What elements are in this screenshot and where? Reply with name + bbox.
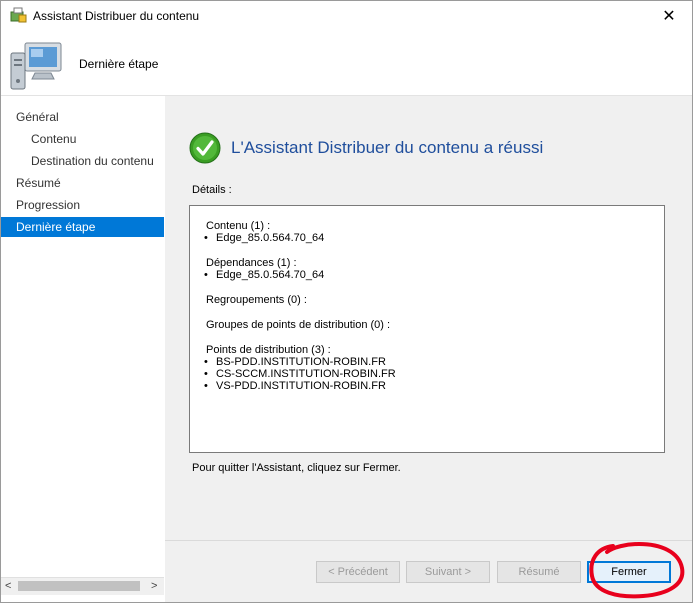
dependances-label: Dépendances (1) : [206,257,297,269]
wizard-nav: Général Contenu Destination du contenu R… [1,96,164,577]
app-icon [10,7,27,23]
resume-button[interactable]: Résumé [497,561,581,583]
nav-horizontal-scrollbar[interactable]: < > [1,577,164,595]
wizard-footer: < Précédent Suivant > Résumé Fermer [165,540,692,602]
nav-item-general[interactable]: Général [1,107,179,127]
regroupements-label: Regroupements (0) : [206,294,307,306]
scroll-left-icon[interactable]: < [5,580,11,592]
precedent-button[interactable]: < Précédent [316,561,400,583]
window-title: Assistant Distribuer du contenu [33,9,200,23]
fermer-button[interactable]: Fermer [587,561,671,583]
points-item: BS-PDD.INSTITUTION-ROBIN.FR [204,356,386,368]
contenu-label: Contenu (1) : [206,220,271,232]
success-title: L'Assistant Distribuer du contenu a réus… [231,138,544,157]
points-label: Points de distribution (3) : [206,344,331,356]
nav-item-progression[interactable]: Progression [1,195,179,215]
details-box: Contenu (1) : Edge_85.0.564.70_64 Dépend… [189,205,665,453]
wizard-window: Assistant Distribuer du contenu ✕ Derniè… [0,0,693,603]
success-check-icon [189,132,221,164]
close-icon[interactable]: ✕ [646,1,692,31]
wizard-header: Dernière étape [1,31,692,96]
title-bar: Assistant Distribuer du contenu ✕ [1,1,692,31]
header-title: Dernière étape [79,57,159,71]
contenu-item: Edge_85.0.564.70_64 [204,232,324,244]
scroll-right-icon[interactable]: > [151,580,157,592]
main-content: L'Assistant Distribuer du contenu a réus… [165,96,692,540]
groupes-label: Groupes de points de distribution (0) : [206,319,391,331]
nav-item-derniere-etape[interactable]: Dernière étape [1,217,164,237]
nav-item-resume[interactable]: Résumé [1,173,179,193]
dependances-item: Edge_85.0.564.70_64 [204,269,324,281]
quit-instruction: Pour quitter l'Assistant, cliquez sur Fe… [192,462,401,474]
computer-icon [10,42,62,90]
suivant-button[interactable]: Suivant > [406,561,490,583]
details-label: Détails : [192,184,232,196]
scrollbar-thumb[interactable] [18,581,140,591]
points-item: VS-PDD.INSTITUTION-ROBIN.FR [204,380,386,392]
points-item: CS-SCCM.INSTITUTION-ROBIN.FR [204,368,396,380]
